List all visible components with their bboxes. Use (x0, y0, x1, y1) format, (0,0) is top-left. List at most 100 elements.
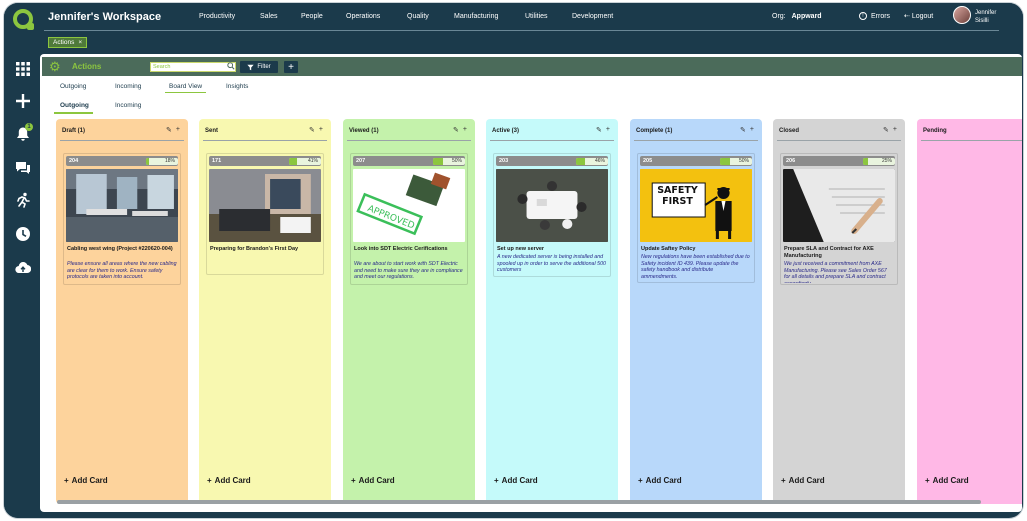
add-action-button[interactable]: + (284, 61, 298, 73)
column-title: Viewed (1) (349, 128, 379, 134)
nav-item-quality[interactable]: Quality (407, 13, 429, 20)
notifications-bell-icon[interactable]: 1 (13, 123, 33, 144)
action-card[interactable]: 205 50% SAFETY FIRST Update Saftey Policy New… (637, 153, 755, 283)
action-card[interactable]: 204 18% Cabling west wing (Project #220620… (63, 153, 181, 285)
search-icon[interactable] (227, 62, 236, 71)
plus-icon: + (207, 476, 212, 485)
action-card[interactable]: 171 41% Preparing for Brandon's First Day (206, 153, 324, 275)
column-divider (921, 140, 1022, 141)
column-title: Complete (1) (636, 128, 673, 134)
add-icon[interactable]: + (893, 126, 897, 134)
card-progress-value: 25% (881, 158, 892, 164)
edit-pencil-icon[interactable]: ✎ (453, 126, 459, 134)
column-tools: ✎ + (740, 126, 754, 134)
edit-pencil-icon[interactable]: ✎ (740, 126, 746, 134)
notification-count-badge: 1 (25, 123, 33, 131)
card-header-bar: 205 50% (640, 156, 752, 166)
card-description: New regulations have been established du… (641, 254, 750, 280)
card-progress-bar: 25% (863, 158, 895, 165)
add-icon[interactable]: + (319, 126, 323, 134)
card-progress-bar: 50% (720, 158, 752, 165)
card-image (66, 169, 178, 242)
add-card-button[interactable]: + Add Card (494, 476, 541, 485)
edit-pencil-icon[interactable]: ✎ (309, 126, 315, 134)
add-card-label: Add Card (214, 476, 251, 485)
errors-button[interactable]: ! Errors (859, 12, 890, 20)
tab-outgoing[interactable]: Outgoing (60, 83, 86, 92)
card-header-bar: 207 50% (353, 156, 465, 166)
chip-close-icon[interactable]: × (78, 39, 82, 46)
add-icon[interactable] (13, 91, 33, 111)
tab-incoming[interactable]: Incoming (115, 83, 141, 92)
card-description: We just received a commitment from AXE M… (784, 261, 887, 283)
card-image: SAFETY FIRST (640, 169, 752, 242)
board-horizontal-scrollbar[interactable] (57, 500, 981, 504)
card-header-bar: 204 18% (66, 156, 178, 166)
card-id: 207 (356, 158, 366, 164)
add-icon[interactable]: + (750, 126, 754, 134)
clock-icon[interactable] (13, 224, 33, 244)
card-header-bar: 171 41% (209, 156, 321, 166)
tab-insights[interactable]: Insights (226, 83, 248, 92)
card-image (209, 169, 321, 242)
actions-filter-chip[interactable]: Actions × (48, 37, 88, 48)
subtab-incoming[interactable]: Incoming (115, 102, 141, 109)
column-tools: ✎ + (453, 126, 467, 134)
card-id: 171 (212, 158, 222, 164)
nav-item-productivity[interactable]: Productivity (199, 13, 235, 20)
edit-pencil-icon[interactable]: ✎ (883, 126, 889, 134)
add-card-button[interactable]: + Add Card (64, 476, 111, 485)
edit-pencil-icon[interactable]: ✎ (596, 126, 602, 134)
board-column: Sent ✎ +171 41% Preparing for Brandon's Firs… (199, 119, 331, 504)
tab-board-view[interactable]: Board View (165, 83, 207, 93)
add-card-button[interactable]: + Add Card (207, 476, 254, 485)
gears-icon: ⚙ (49, 59, 61, 74)
chat-icon[interactable] (13, 158, 33, 178)
card-progress-fill (289, 158, 297, 165)
app-logo-icon[interactable] (13, 9, 34, 30)
card-title: Preparing for Brandon's First Day (210, 246, 299, 252)
action-card[interactable]: 207 50% APPROVED Look into SDT Electric Cer… (350, 153, 468, 285)
card-header-bar: 206 25% (783, 156, 895, 166)
subtab-outgoing[interactable]: Outgoing (54, 102, 93, 114)
add-icon[interactable]: + (463, 126, 467, 134)
add-icon[interactable]: + (176, 126, 180, 134)
action-card[interactable]: 203 46% Set up new server A new dedicated s… (493, 153, 611, 277)
activity-runner-icon[interactable] (13, 190, 33, 210)
add-card-button[interactable]: + Add Card (638, 476, 685, 485)
nav-item-people[interactable]: People (301, 13, 323, 20)
upload-cloud-icon[interactable] (13, 258, 33, 278)
nav-item-utilities[interactable]: Utilities (525, 13, 548, 20)
logout-arrow-icon: ⇠ (904, 13, 912, 20)
plus-icon: + (494, 476, 499, 485)
search-input[interactable]: Search (150, 62, 236, 72)
column-tools: ✎ + (166, 126, 180, 134)
card-title: Set up new server (497, 246, 545, 252)
board-column: Closed ✎ +206 25% Prepare SLA and Contract f… (773, 119, 905, 504)
avatar[interactable] (953, 6, 971, 24)
card-id: 203 (499, 158, 509, 164)
column-tools: ✎ + (309, 126, 323, 134)
add-icon[interactable]: + (606, 126, 610, 134)
logout-button[interactable]: ⇠ Logout (904, 12, 933, 20)
errors-label: Errors (871, 12, 891, 20)
filter-button[interactable]: Filter (240, 61, 278, 73)
add-card-button[interactable]: + Add Card (351, 476, 398, 485)
add-card-button[interactable]: + Add Card (781, 476, 828, 485)
add-card-label: Add Card (932, 476, 969, 485)
add-card-label: Add Card (501, 476, 538, 485)
action-card[interactable]: 206 25% Prepare SLA and Contract for AXE M… (780, 153, 898, 285)
edit-pencil-icon[interactable]: ✎ (166, 126, 172, 134)
nav-item-development[interactable]: Development (572, 13, 613, 20)
nav-item-operations[interactable]: Operations (346, 13, 380, 20)
column-divider (203, 140, 327, 141)
org-selector[interactable]: Org: Appward (772, 13, 822, 20)
nav-item-manufacturing[interactable]: Manufacturing (454, 13, 498, 20)
card-id: 204 (69, 158, 79, 164)
column-title: Draft (1) (62, 128, 86, 134)
card-progress-bar: 46% (576, 158, 608, 165)
add-card-button[interactable]: + Add Card (925, 476, 972, 485)
user-name[interactable]: Jennifer Sisilli (975, 9, 996, 25)
apps-grid-icon[interactable] (13, 59, 33, 79)
nav-item-sales[interactable]: Sales (260, 13, 278, 20)
